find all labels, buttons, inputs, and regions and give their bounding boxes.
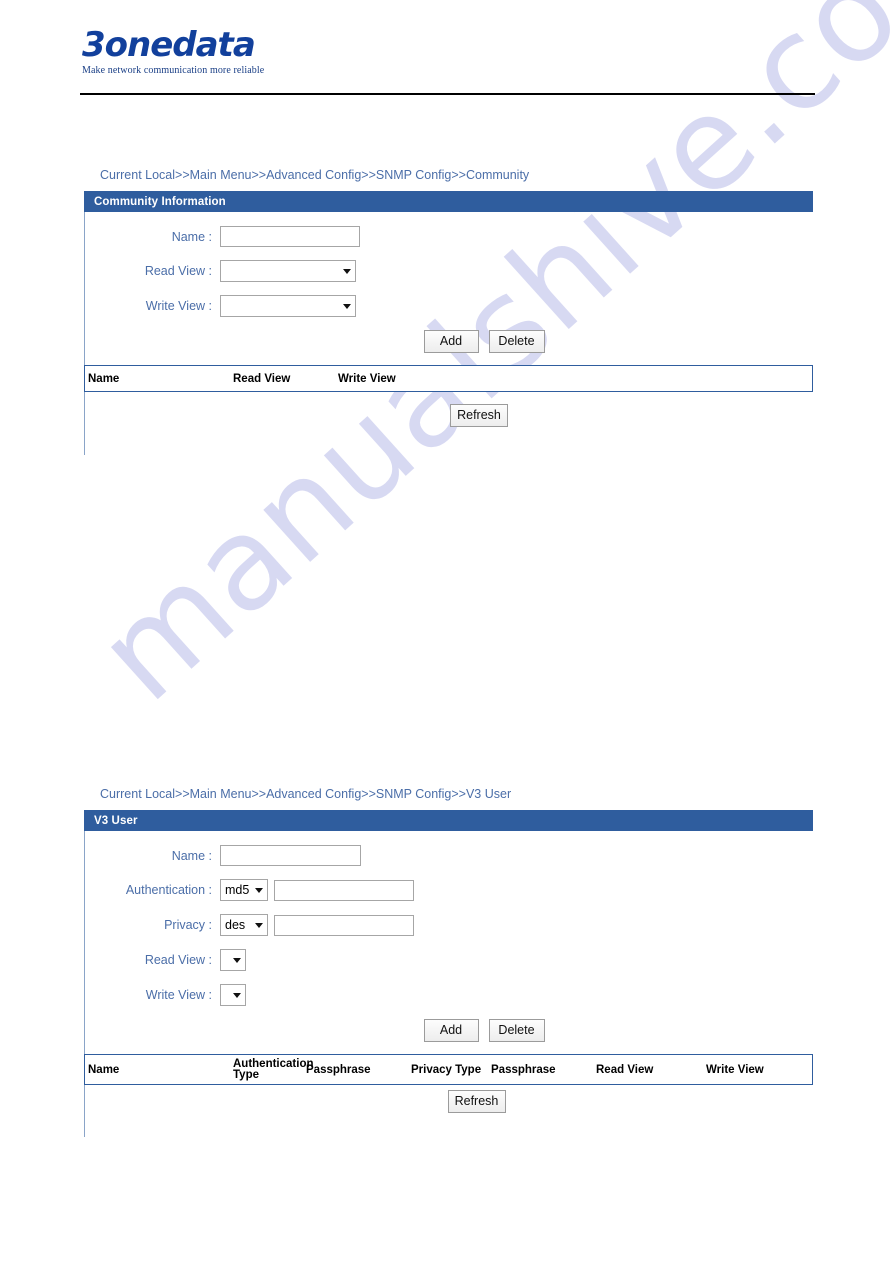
- v3-table: Name Authentication Type Passphrase Priv…: [84, 1054, 813, 1085]
- v3-read-view-select[interactable]: [220, 949, 246, 971]
- column-header-read-view: Read View: [596, 1063, 654, 1076]
- community-panel-tail: [84, 433, 813, 455]
- column-header-passphrase-privacy: Passphrase: [491, 1063, 556, 1076]
- v3-write-view-selectbox[interactable]: [220, 984, 246, 1006]
- label-write-view: Write View :: [145, 299, 212, 313]
- community-add-button[interactable]: Add: [423, 330, 479, 353]
- label-v3-write-view: Write View :: [145, 988, 212, 1002]
- field-row-write-view: Write View :: [85, 295, 813, 317]
- v3-name-input[interactable]: [220, 845, 361, 866]
- column-header-write-view: Write View: [338, 372, 396, 385]
- v3-refresh-row: Refresh: [85, 1090, 813, 1113]
- brand-logo: 3onedata Make network communication more…: [80, 25, 815, 76]
- breadcrumb-community: Current Local>>Main Menu>>Advanced Confi…: [100, 168, 530, 182]
- column-header-privacy-type: Privacy Type: [411, 1063, 482, 1076]
- field-row-v3-read-view: Read View :: [85, 949, 813, 971]
- column-header-read-view: Read View: [233, 372, 291, 385]
- panel-body-community: Name : Read View : Write View : Add Dele…: [84, 212, 813, 433]
- field-row-v3-name: Name :: [85, 845, 813, 866]
- community-read-view-select[interactable]: [220, 260, 356, 282]
- section-v3user: Current Local>>Main Menu>>Advanced Confi…: [84, 787, 813, 1137]
- label-v3-read-view: Read View :: [144, 953, 212, 967]
- v3-table-header-row: Name Authentication Type Passphrase Priv…: [85, 1055, 812, 1084]
- column-header-name: Name: [88, 1063, 120, 1076]
- label-privacy: Privacy :: [164, 918, 212, 932]
- v3-read-view-selectbox[interactable]: [220, 949, 246, 971]
- v3-privacy-type-selectbox[interactable]: des: [220, 914, 268, 936]
- breadcrumb-v3user: Current Local>>Main Menu>>Advanced Confi…: [100, 787, 512, 801]
- column-header-name: Name: [88, 372, 120, 385]
- v3-auth-passphrase-input[interactable]: [274, 879, 414, 901]
- label-name: Name :: [171, 229, 212, 244]
- community-read-view-selectbox[interactable]: [220, 260, 356, 282]
- label-authentication: Authentication :: [125, 883, 212, 897]
- community-action-buttons: Add Delete: [85, 330, 813, 353]
- header-divider: [80, 93, 815, 95]
- panel-title-community: Community Information: [84, 191, 813, 212]
- panel-body-v3user: Name : Authentication : md5 Privacy: de…: [84, 831, 813, 1119]
- community-write-view-selectbox[interactable]: [220, 295, 356, 317]
- section-community: Current Local>>Main Menu>>Advanced Confi…: [84, 168, 813, 455]
- field-row-privacy: Privacy : des: [85, 914, 813, 936]
- column-header-authentication-type: Authentication Type: [233, 1057, 314, 1081]
- field-row-v3-write-view: Write View :: [85, 984, 813, 1006]
- document-header: 3onedata Make network communication more…: [80, 25, 815, 76]
- v3-delete-button[interactable]: Delete: [488, 1019, 545, 1042]
- label-read-view: Read View :: [144, 264, 212, 278]
- panel-title-v3user: V3 User: [84, 810, 813, 831]
- v3-write-view-select[interactable]: [220, 984, 246, 1006]
- v3-privacy-passphrase-input[interactable]: [274, 914, 414, 936]
- logo-tagline: Make network communication more reliable: [82, 64, 265, 76]
- v3-auth-type-select[interactable]: md5: [220, 879, 268, 901]
- logo-wordmark: 3onedata: [82, 25, 256, 65]
- v3-auth-type-selectbox[interactable]: md5: [220, 879, 268, 901]
- field-row-authentication: Authentication : md5: [85, 879, 813, 901]
- v3-add-button[interactable]: Add: [423, 1019, 479, 1042]
- label-v3-name: Name :: [171, 848, 212, 863]
- community-write-view-select[interactable]: [220, 295, 356, 317]
- field-row-read-view: Read View :: [85, 260, 813, 282]
- community-table: Name Read View Write View: [84, 365, 813, 392]
- page-root: manualshive.com 3onedata Make network co…: [0, 0, 893, 1263]
- community-table-header-row: Name Read View Write View: [85, 366, 812, 391]
- community-refresh-row: Refresh: [85, 404, 813, 427]
- v3-action-buttons: Add Delete: [85, 1019, 813, 1042]
- column-header-write-view: Write View: [706, 1063, 764, 1076]
- v3-privacy-type-select[interactable]: des: [220, 914, 268, 936]
- field-row-name: Name :: [85, 226, 813, 247]
- community-delete-button[interactable]: Delete: [488, 330, 545, 353]
- v3-refresh-button[interactable]: Refresh: [447, 1090, 506, 1113]
- community-refresh-button[interactable]: Refresh: [450, 404, 508, 427]
- v3-panel-tail: [84, 1119, 813, 1137]
- community-name-input[interactable]: [220, 226, 360, 247]
- column-header-passphrase-auth: Passphrase: [306, 1063, 371, 1076]
